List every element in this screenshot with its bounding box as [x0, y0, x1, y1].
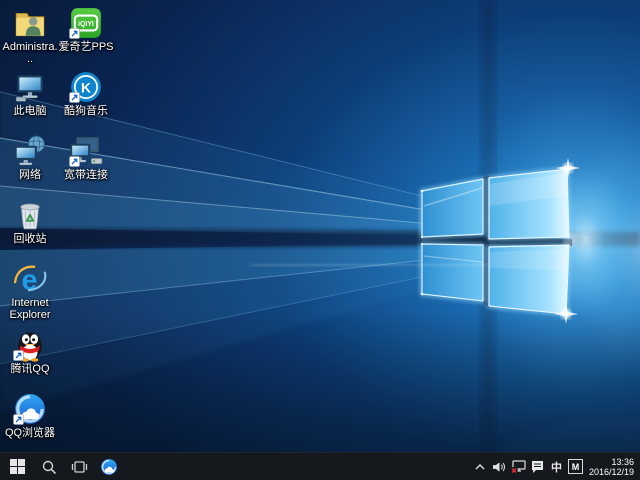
volume-icon	[492, 461, 506, 472]
kugou-k-glyph: K	[81, 79, 91, 95]
taskbar: 中 M 13:36 2016/12/19	[0, 452, 640, 480]
icon-label: 回收站	[13, 233, 47, 245]
shortcut-arrow-icon	[69, 156, 80, 167]
icon-label: 酷狗音乐	[64, 105, 108, 117]
ime-m-icon: M	[567, 459, 583, 474]
tray-action-center-button[interactable]	[528, 453, 547, 480]
tray-show-hidden-icons-button[interactable]	[471, 453, 490, 480]
icon-label: Administra...	[2, 41, 58, 65]
icon-label: 爱奇艺PPS	[58, 41, 114, 53]
internet-explorer-icon: e	[13, 265, 47, 296]
clock-date: 2016/12/19	[588, 466, 634, 477]
start-button[interactable]	[0, 453, 34, 480]
qq-browser-icon	[101, 458, 117, 475]
desktop-icon-qq-browser[interactable]: QQ浏览器	[2, 392, 58, 439]
tray-input-mode-indicator[interactable]: 中	[547, 453, 566, 480]
search-button[interactable]	[34, 453, 64, 480]
shortcut-arrow-icon	[69, 92, 80, 103]
desktop-icon-broadband[interactable]: 宽带连接	[58, 134, 114, 181]
desktop-icon-kugou-music[interactable]: K 酷狗音乐	[58, 70, 114, 117]
taskbar-qq-browser-button[interactable]	[94, 453, 124, 480]
network-icon	[14, 135, 45, 165]
desktop-icon-tencent-qq[interactable]: 腾讯QQ	[2, 328, 58, 375]
desktop-icon-iqiyi-pps[interactable]: iQIYI 爱奇艺PPS	[58, 6, 114, 53]
tray-network-button[interactable]	[509, 453, 528, 480]
action-center-icon	[531, 461, 543, 473]
start-icon	[9, 459, 25, 474]
desktop-icon-this-pc[interactable]: 此电脑	[2, 70, 58, 117]
shortcut-arrow-icon	[69, 28, 80, 39]
system-tray: 中 M 13:36 2016/12/19	[471, 453, 640, 480]
search-icon	[42, 460, 56, 474]
shortcut-arrow-icon	[13, 350, 24, 361]
chevron-up-icon	[475, 463, 485, 469]
desktop-icon-recycle-bin[interactable]: 回收站	[2, 198, 58, 245]
this-pc-icon	[15, 75, 43, 102]
user-folder-icon	[15, 13, 45, 37]
task-view-button[interactable]	[64, 453, 94, 480]
shortcut-arrow-icon	[13, 414, 24, 425]
icon-label: 网络	[19, 169, 41, 181]
windows-desktop: Administra... 此电脑 网络 回收站 e Internet Expl…	[0, 0, 640, 480]
icon-label: 腾讯QQ	[10, 363, 50, 375]
desktop-icon-network[interactable]: 网络	[2, 134, 58, 181]
icon-label: QQ浏览器	[4, 427, 56, 439]
task-view-icon	[71, 460, 87, 473]
taskbar-clock[interactable]: 13:36 2016/12/19	[585, 457, 640, 477]
recycle-bin-icon	[20, 203, 40, 230]
iqiyi-logo-text: iQIYI	[78, 21, 94, 28]
tray-ime-badge[interactable]: M	[566, 453, 585, 480]
icon-label: Internet Explorer	[9, 297, 51, 321]
icon-label: 宽带连接	[64, 169, 108, 181]
clock-time: 13:36	[611, 456, 634, 467]
desktop-icon-administrator[interactable]: Administra...	[2, 6, 58, 65]
desktop-icon-internet-explorer[interactable]: e Internet Explorer	[2, 262, 58, 321]
icon-label: 此电脑	[13, 105, 47, 117]
network-disconnected-icon	[510, 460, 527, 474]
tray-volume-button[interactable]	[490, 453, 509, 480]
